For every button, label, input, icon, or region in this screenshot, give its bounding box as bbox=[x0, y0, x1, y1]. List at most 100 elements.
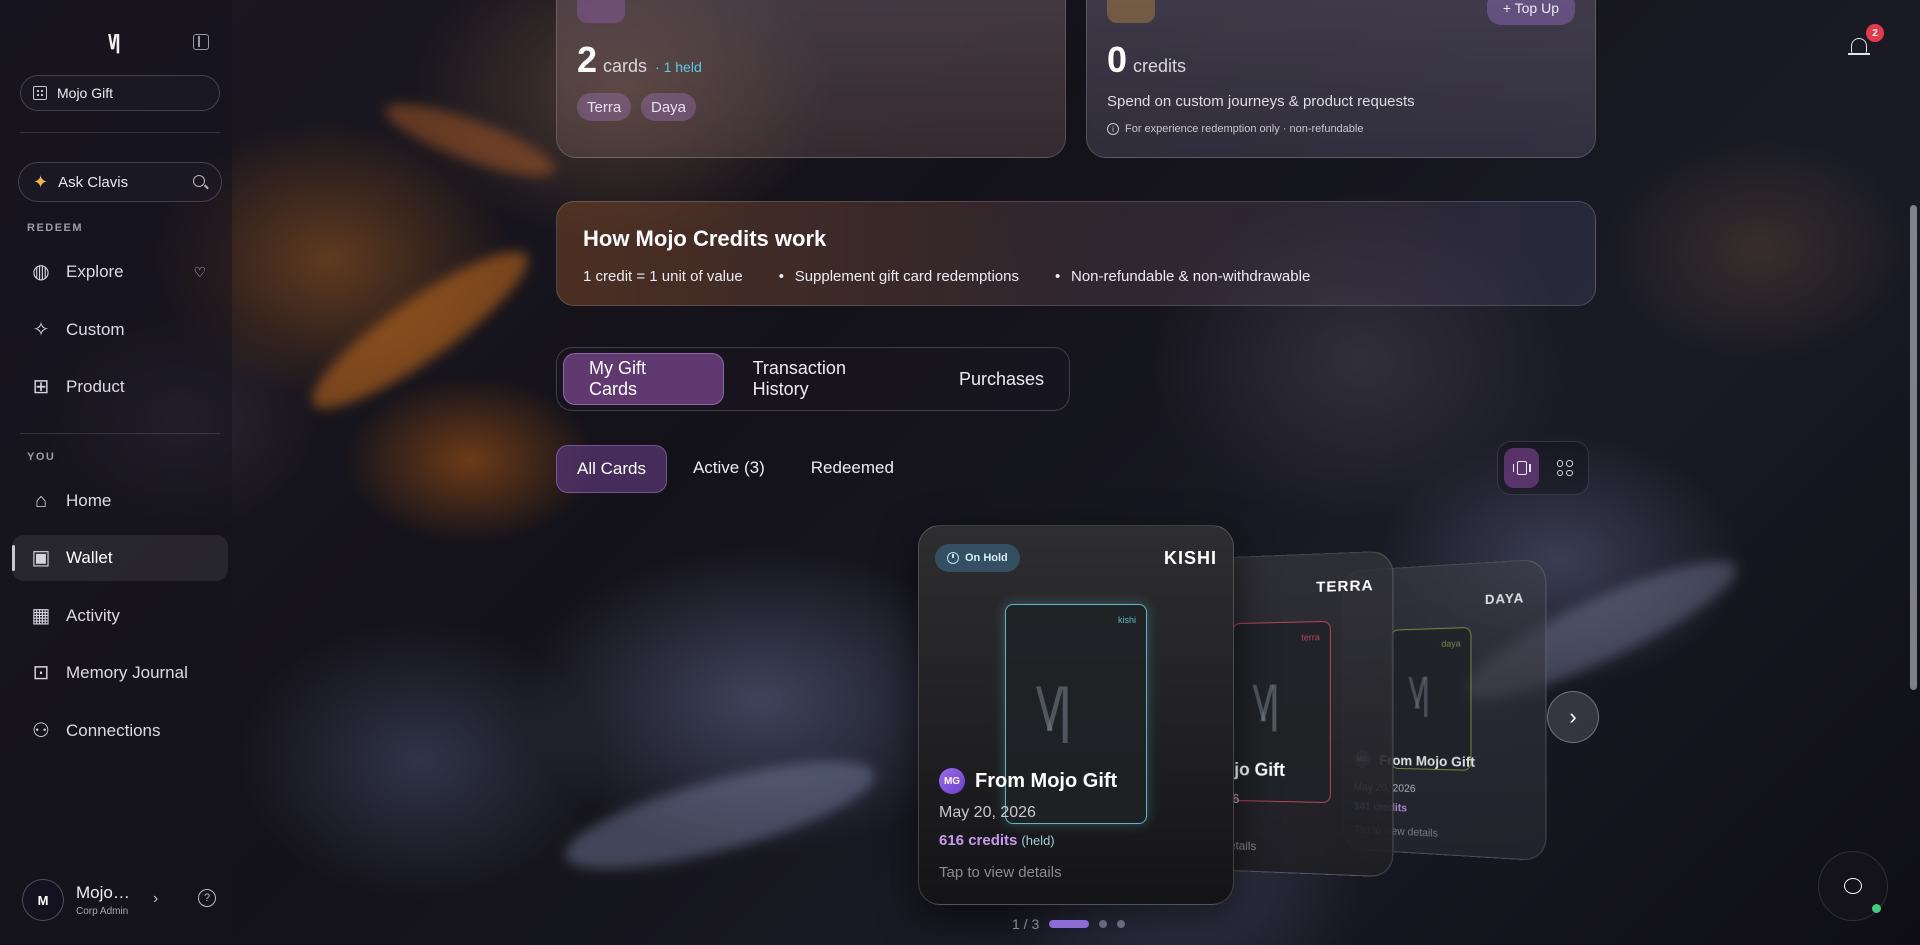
collapse-sidebar-icon[interactable] bbox=[193, 34, 209, 50]
sender-badge: MG bbox=[939, 768, 965, 794]
gift-from: From Mojo Gift bbox=[1379, 752, 1475, 770]
sidebar-item-label: Wallet bbox=[66, 548, 113, 568]
gift-from-row: MG From Mojo Gift bbox=[939, 768, 1117, 794]
sidebar-item-explore[interactable]: ◍ Explore ♡ bbox=[12, 249, 228, 295]
how-credits-work: How Mojo Credits work 1 credit = 1 unit … bbox=[556, 201, 1596, 306]
sparkles-icon: ✧ bbox=[30, 319, 52, 341]
cards-count: 2 bbox=[577, 39, 597, 80]
users-icon: ⚇ bbox=[30, 720, 52, 742]
cards-unit: cards bbox=[603, 56, 647, 76]
ask-clavis-label: Ask Clavis bbox=[58, 174, 128, 191]
carousel-pager: 1 / 3 bbox=[1012, 916, 1125, 932]
book-open-icon: ⊡ bbox=[30, 662, 52, 684]
online-status-dot bbox=[1872, 904, 1881, 913]
sidebar-item-label: Memory Journal bbox=[66, 663, 188, 683]
sidebar-item-connections[interactable]: ⚇ Connections bbox=[12, 708, 228, 754]
sidebar-item-wallet[interactable]: ▣ Wallet bbox=[12, 535, 228, 581]
notifications-button[interactable] bbox=[1848, 36, 1870, 58]
divider bbox=[20, 132, 220, 133]
tab-purchases[interactable]: Purchases bbox=[934, 354, 1069, 404]
clock-icon bbox=[947, 552, 959, 564]
gift-card-kishi[interactable]: On Hold KISHI kishi \/| MG From Mojo Gif… bbox=[918, 525, 1234, 905]
gift-from: From Mojo Gift bbox=[975, 770, 1117, 793]
gift-card-art: daya \/| bbox=[1391, 627, 1472, 771]
credits-description: Spend on custom journeys & product reque… bbox=[1107, 93, 1415, 110]
chevron-right-icon: › bbox=[1569, 704, 1576, 730]
scrollbar[interactable] bbox=[1910, 205, 1917, 690]
gift-cards-summary[interactable]: 2 cards · 1 held Terra Daya bbox=[556, 0, 1066, 158]
filter-redeemed[interactable]: Redeemed bbox=[791, 445, 914, 491]
coin-icon bbox=[1107, 0, 1155, 23]
sidebar-item-activity[interactable]: ▦ Activity bbox=[12, 593, 228, 639]
carousel-icon bbox=[1517, 461, 1527, 475]
carousel-view-button[interactable] bbox=[1504, 448, 1539, 488]
notification-count-badge: 2 bbox=[1866, 24, 1884, 42]
filter-all-cards[interactable]: All Cards bbox=[556, 445, 667, 493]
section-label-you: YOU bbox=[27, 451, 55, 463]
card-logo-icon: \/| bbox=[1036, 675, 1067, 744]
cards-count-row: 2 cards · 1 held bbox=[577, 39, 702, 81]
sidebar-item-home[interactable]: ⌂ Home bbox=[12, 478, 228, 524]
sidebar-item-product[interactable]: ⊞ Product bbox=[12, 364, 228, 410]
help-icon[interactable]: ? bbox=[198, 889, 216, 907]
pager-dot[interactable] bbox=[1099, 920, 1107, 928]
sidebar-item-label: Activity bbox=[66, 606, 120, 626]
pager-dot[interactable] bbox=[1117, 920, 1125, 928]
user-role: Corp Admin bbox=[76, 906, 130, 917]
gift-brand: TERRA bbox=[1316, 577, 1374, 596]
card-logo-icon: \/| bbox=[1408, 669, 1425, 719]
divider bbox=[20, 433, 220, 434]
top-up-button[interactable]: + Top Up bbox=[1487, 0, 1575, 25]
credits-note-row: i For experience redemption only · non-r… bbox=[1107, 123, 1363, 135]
bell-icon-base bbox=[1848, 53, 1870, 55]
cards-held: · 1 held bbox=[655, 59, 702, 75]
grid-view-button[interactable] bbox=[1547, 448, 1582, 488]
card-tag: Terra bbox=[577, 93, 631, 121]
credits-count: 0 bbox=[1107, 39, 1127, 80]
org-name: Mojo Gift bbox=[57, 85, 113, 101]
home-icon: ⌂ bbox=[30, 490, 52, 512]
heart-icon[interactable]: ♡ bbox=[193, 264, 206, 281]
sidebar-item-label: Home bbox=[66, 491, 111, 511]
sidebar-item-memory-journal[interactable]: ⊡ Memory Journal bbox=[12, 650, 228, 696]
info-icon: i bbox=[1107, 123, 1119, 135]
gift-icon: ⊞ bbox=[30, 376, 52, 398]
carousel-next-button[interactable]: › bbox=[1547, 691, 1599, 743]
gift-credits-row: 616 credits (held) bbox=[939, 832, 1055, 849]
inner-brand: daya bbox=[1441, 638, 1460, 649]
tab-my-gift-cards[interactable]: My Gift Cards bbox=[563, 353, 724, 405]
card-tag: Daya bbox=[641, 93, 696, 121]
search-icon bbox=[193, 175, 205, 187]
org-selector[interactable]: Mojo Gift bbox=[20, 75, 220, 111]
user-name: Mojo… bbox=[76, 883, 130, 903]
inner-brand: kishi bbox=[1118, 615, 1136, 625]
status-badge: On Hold bbox=[935, 544, 1020, 572]
sidebar-item-label: Connections bbox=[66, 721, 161, 741]
how-points: 1 credit = 1 unit of value Supplement gi… bbox=[583, 268, 1344, 285]
wallet-tabs: My Gift Cards Transaction History Purcha… bbox=[556, 347, 1070, 411]
pager-dot[interactable] bbox=[1049, 920, 1089, 928]
gift-credits: 616 credits bbox=[939, 832, 1017, 849]
tab-transaction-history[interactable]: Transaction History bbox=[728, 354, 930, 404]
credits-count-row: 0 credits bbox=[1107, 39, 1186, 81]
user-menu[interactable]: M Mojo… Corp Admin › ? bbox=[22, 877, 222, 923]
filter-active[interactable]: Active (3) bbox=[673, 445, 785, 491]
how-point: Supplement gift card redemptions bbox=[795, 268, 1019, 285]
chat-bubble-icon bbox=[1844, 878, 1862, 894]
chevron-right-icon[interactable]: › bbox=[153, 890, 158, 908]
cards-icon bbox=[577, 0, 625, 23]
sidebar-item-custom[interactable]: ✧ Custom bbox=[12, 307, 228, 353]
how-title: How Mojo Credits work bbox=[583, 226, 826, 252]
how-point: 1 credit = 1 unit of value bbox=[583, 268, 743, 285]
avatar: M bbox=[22, 879, 64, 921]
building-icon bbox=[33, 86, 47, 100]
sidebar: \/| Mojo Gift ✦ Ask Clavis REDEEM ◍ Expl… bbox=[0, 0, 232, 945]
calendar-check-icon: ▦ bbox=[30, 605, 52, 627]
credits-note: For experience redemption only · non-ref… bbox=[1125, 123, 1363, 135]
gift-credits-note: (held) bbox=[1021, 833, 1054, 848]
ask-clavis-button[interactable]: ✦ Ask Clavis bbox=[18, 162, 222, 202]
view-toggle bbox=[1497, 441, 1589, 495]
gift-date: May 20, 2026 bbox=[939, 804, 1036, 822]
sidebar-item-label: Custom bbox=[66, 320, 125, 340]
app-logo[interactable]: \/| bbox=[108, 32, 119, 55]
